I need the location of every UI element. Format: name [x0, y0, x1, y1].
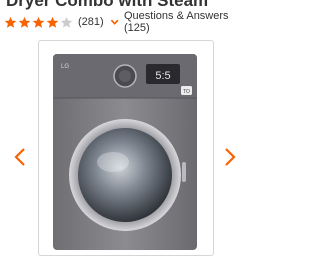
- chevron-left-icon: [14, 148, 25, 166]
- next-image-button[interactable]: [222, 146, 238, 168]
- chevron-down-icon: [110, 19, 119, 25]
- washer-dryer-image: LG 5:5 TO: [53, 54, 197, 250]
- rating-row: (281) Questions & Answers (125): [4, 10, 248, 34]
- star-empty-icon: [60, 16, 73, 28]
- energy-badge: TO: [183, 89, 190, 95]
- lg-logo: LG: [61, 64, 69, 70]
- previous-image-button[interactable]: [12, 146, 28, 168]
- star-icon: [18, 16, 31, 28]
- star-icon: [46, 16, 59, 28]
- questions-answers-link[interactable]: Questions & Answers (125): [124, 10, 248, 34]
- star-rating[interactable]: [4, 16, 73, 29]
- star-icon: [32, 16, 45, 28]
- star-icon: [4, 16, 17, 28]
- chevron-right-icon: [225, 148, 236, 166]
- display-readout: 5:5: [155, 70, 170, 82]
- review-count[interactable]: (281): [78, 16, 104, 28]
